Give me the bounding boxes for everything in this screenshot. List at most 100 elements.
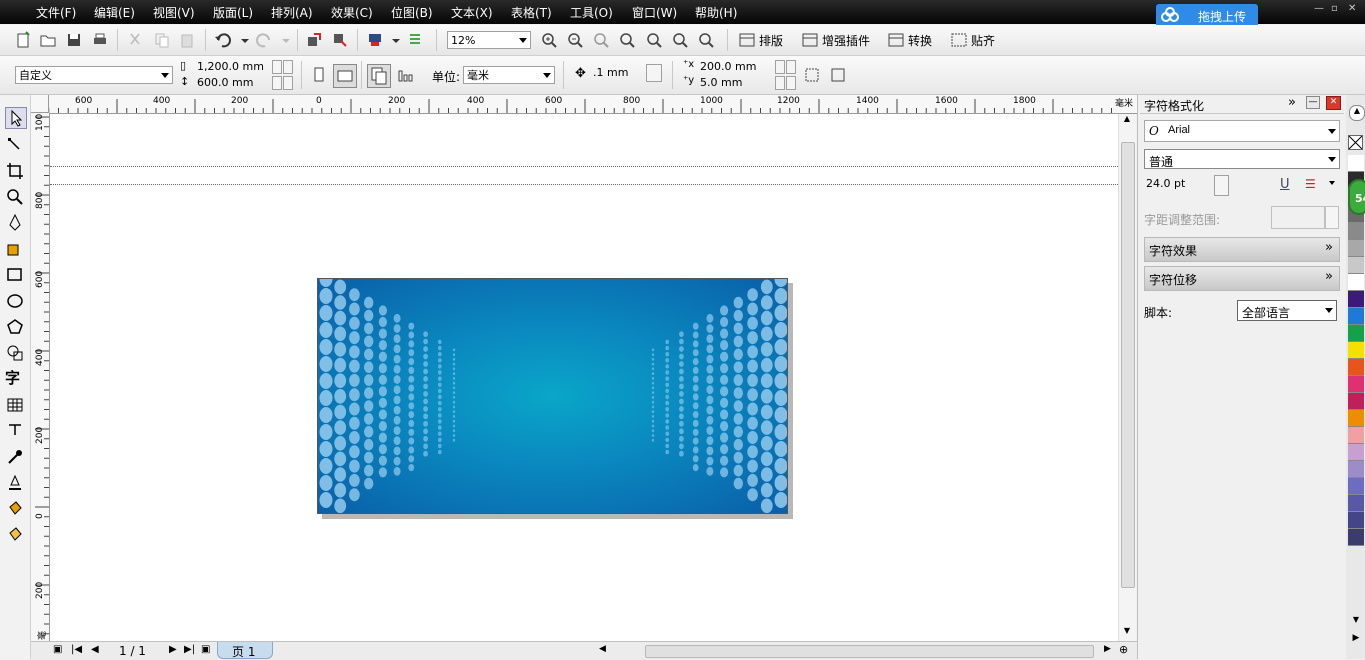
font-name-select[interactable]: O Arial (1144, 120, 1340, 142)
snap-bounds-icon[interactable] (829, 66, 847, 84)
rectangle-tool-icon[interactable] (5, 265, 25, 285)
navigator-icon[interactable]: ⊕ (1119, 643, 1128, 656)
font-size-field[interactable]: 24.0 pt (1144, 175, 1212, 196)
color-swatch[interactable] (1348, 291, 1364, 308)
color-swatch[interactable] (1348, 359, 1364, 376)
menu-edit[interactable]: 编辑(E) (94, 4, 135, 21)
duplicate-x-field[interactable]: 200.0 mm (697, 59, 773, 75)
smart-fill-tool-icon[interactable] (5, 239, 25, 259)
menu-view[interactable]: 视图(V) (153, 4, 195, 21)
polygon-tool-icon[interactable] (5, 317, 25, 337)
dimension-tool-icon[interactable] (5, 421, 25, 441)
palette-flyout-icon[interactable]: ▶ (1349, 633, 1363, 647)
menu-file[interactable]: 文件(F) (36, 4, 76, 21)
color-swatch[interactable] (1348, 495, 1364, 512)
freehand-tool-icon[interactable] (5, 213, 25, 233)
chevron-down-icon[interactable] (277, 31, 295, 49)
vertical-scrollbar[interactable]: ▲ ▼ (1118, 114, 1136, 641)
duplicate-y-lock[interactable] (786, 76, 796, 90)
undo-icon[interactable] (214, 31, 232, 49)
color-swatch[interactable] (1348, 444, 1364, 461)
duplicate-x-spinner[interactable] (775, 60, 785, 74)
page-height-field[interactable]: 600.0 mm (194, 75, 270, 91)
first-page-icon[interactable]: |◀ (71, 644, 82, 655)
vertical-ruler[interactable]: 100 800 600 400 200 0 200 毫米 (31, 113, 61, 641)
current-page-icon[interactable] (396, 66, 414, 84)
page-height-spinner[interactable] (272, 76, 282, 90)
zoom-page-width-icon[interactable] (671, 31, 689, 49)
menu-table[interactable]: 表格(T) (511, 4, 552, 21)
underline-icon[interactable]: U (1280, 177, 1290, 192)
script-select[interactable]: 全部语言 (1237, 300, 1337, 321)
fill-tool-icon[interactable] (5, 499, 25, 519)
portrait-icon[interactable] (310, 66, 328, 84)
zoom-page-icon[interactable] (645, 31, 663, 49)
duplicate-y-field[interactable]: 5.0 mm (697, 75, 773, 91)
menu-window[interactable]: 窗口(W) (632, 4, 677, 21)
scroll-down-icon[interactable]: ▼ (1119, 626, 1135, 640)
page-width-field[interactable]: 1,200.0 mm (194, 59, 270, 75)
layout-plugin-button[interactable]: 排版 (759, 32, 783, 49)
color-swatch[interactable] (1348, 529, 1364, 546)
palette-scroll-down-icon[interactable]: ▼ (1349, 615, 1363, 629)
vertical-scroll-thumb[interactable] (1121, 142, 1135, 588)
next-page-icon[interactable]: ▶ (169, 644, 177, 655)
zoom-selected-icon[interactable] (592, 31, 610, 49)
duplicate-x-lock[interactable] (786, 60, 796, 74)
docker-minimize-icon[interactable]: — (1306, 96, 1320, 109)
color-swatch[interactable] (1348, 223, 1364, 240)
convert-plugin-button[interactable]: 转换 (908, 32, 932, 49)
add-page-before-icon[interactable]: ▣ (53, 644, 62, 655)
page-height-lock[interactable] (283, 76, 293, 90)
crop-tool-icon[interactable] (5, 161, 25, 181)
outline-tool-icon[interactable] (5, 473, 25, 493)
color-swatch[interactable] (1348, 274, 1364, 291)
chevron-down-icon[interactable] (1329, 181, 1335, 185)
save-icon[interactable] (65, 31, 83, 49)
color-swatch[interactable] (1348, 155, 1364, 172)
add-page-after-icon[interactable]: ▣ (201, 644, 210, 655)
text-tool-icon[interactable]: 字 (5, 367, 25, 387)
snap-plugin-button[interactable]: 贴齐 (971, 32, 995, 49)
zoom-tool-icon[interactable] (5, 187, 25, 207)
menu-tools[interactable]: 工具(O) (570, 4, 613, 21)
menu-help[interactable]: 帮助(H) (695, 4, 737, 21)
nudge-spinner[interactable] (646, 64, 662, 82)
kerning-field[interactable] (1271, 206, 1325, 229)
docker-close-icon[interactable]: ✕ (1326, 96, 1341, 110)
landscape-icon[interactable] (333, 64, 357, 88)
notification-badge[interactable]: 54 (1348, 179, 1365, 215)
export-icon[interactable] (331, 31, 349, 49)
menu-layout[interactable]: 版面(L) (213, 4, 253, 21)
color-swatch[interactable] (1348, 376, 1364, 393)
close-icon[interactable]: ✕ (1348, 3, 1356, 14)
horizontal-scroll-thumb[interactable] (645, 645, 1094, 658)
shape-tool-icon[interactable] (5, 135, 25, 155)
copy-icon[interactable] (153, 31, 171, 49)
scroll-left-icon[interactable]: ◀ (599, 644, 606, 654)
table-tool-icon[interactable] (5, 395, 25, 415)
guideline[interactable] (50, 184, 1118, 185)
no-color-swatch[interactable] (1348, 135, 1363, 150)
units-select[interactable]: 毫米 (463, 66, 555, 84)
scroll-up-icon[interactable]: ▲ (1119, 114, 1135, 128)
welcome-screen-icon[interactable] (406, 31, 424, 49)
paste-icon[interactable] (179, 31, 197, 49)
new-document-icon[interactable] (14, 31, 32, 49)
pick-tool-icon[interactable] (5, 107, 27, 129)
duplicate-y-spinner[interactable] (775, 76, 785, 90)
color-swatch[interactable] (1348, 461, 1364, 478)
drag-upload-button[interactable]: 拖拽上传 (1156, 4, 1258, 27)
ellipse-tool-icon[interactable] (5, 291, 25, 311)
last-page-icon[interactable]: ▶| (184, 644, 195, 655)
chevron-down-icon[interactable] (236, 31, 254, 49)
palette-scroll-up-icon[interactable]: ▲ (1349, 105, 1365, 121)
color-swatch[interactable] (1348, 325, 1364, 342)
nudge-field[interactable]: .1 mm (590, 64, 646, 82)
font-size-spinner[interactable] (1214, 175, 1229, 196)
chevron-down-icon[interactable] (387, 31, 405, 49)
import-icon[interactable] (305, 31, 323, 49)
character-effects-section[interactable]: 字符效果 » (1144, 237, 1340, 262)
interactive-fill-tool-icon[interactable] (5, 525, 25, 545)
zoom-page-height-icon[interactable] (697, 31, 715, 49)
